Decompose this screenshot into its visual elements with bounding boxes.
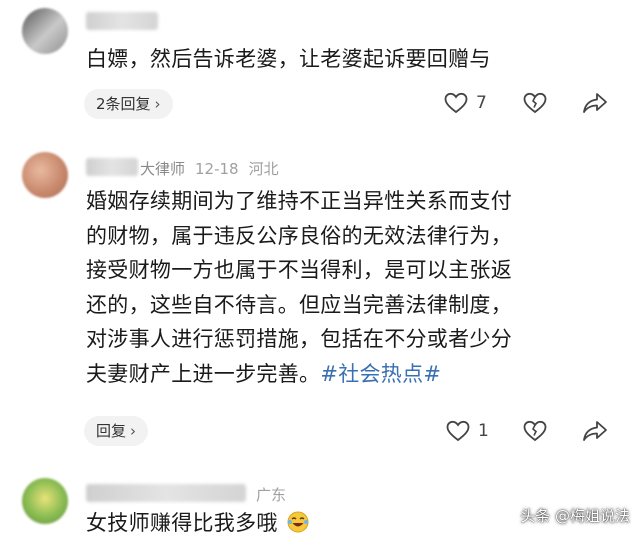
comment-location: 河北 [248, 160, 279, 178]
comment-line-text: 夫妻财产上进一步完善。 [86, 361, 321, 386]
reply-label: 回复 [96, 422, 127, 440]
avatar[interactable] [22, 152, 68, 198]
comment-line-text: 女技师赚得比我多哦 [86, 511, 278, 535]
hashtag-link[interactable]: #社会热点# [320, 362, 441, 386]
comment-line: 对涉事人进行惩罚措施，包括在不分或者少分 [86, 327, 512, 351]
laughing-crying-emoji-icon [287, 511, 309, 533]
avatar[interactable] [22, 478, 68, 524]
comment-line: 接受财物一方也属于不当得利，是可以主张返 [86, 258, 512, 282]
author-name[interactable]: 大律师 [140, 160, 185, 178]
comment-line: 夫妻财产上进一步完善。#社会热点# [86, 357, 606, 392]
view-replies-button[interactable]: 2条回复 › [84, 89, 173, 119]
share-arrow-icon [583, 421, 607, 441]
like-count: 1 [478, 421, 489, 441]
share-button[interactable] [582, 92, 608, 114]
comment-line: 还的，这些自不待言。但应当完善法律制度， [86, 292, 512, 317]
heart-outline-icon [444, 92, 468, 114]
comment-location: 广东 [256, 486, 287, 504]
comment-meta: 大律师 12-18 河北 [140, 158, 279, 179]
broken-heart-icon [523, 92, 547, 114]
comment-line: 的财物，属于违反公序良俗的无效法律行为， [86, 223, 512, 248]
reply-button[interactable]: 回复 › [84, 416, 149, 446]
replies-label: 2条回复 [96, 95, 151, 113]
comment-text: 婚姻存续期间为了维持不正当异性关系而支付 的财物，属于违反公序良俗的无效法律行为… [86, 184, 606, 391]
author-name-blurred[interactable] [86, 12, 158, 30]
watermark: 头条 @梅姐说法 [520, 507, 630, 525]
author-name-blurred[interactable] [86, 484, 246, 502]
chevron-right-icon: › [130, 422, 137, 440]
comment-1: 白嫖，然后告诉老婆，让老婆起诉要回赠与 2条回复 › 7 [0, 0, 640, 140]
chevron-right-icon: › [154, 95, 161, 113]
dislike-button[interactable] [523, 420, 547, 442]
comment-2: 大律师 12-18 河北 婚姻存续期间为了维持不正当异性关系而支付 的财物，属于违反… [0, 140, 640, 460]
comment-date: 12-18 [195, 160, 239, 178]
broken-heart-icon [523, 420, 547, 442]
comment-text: 白嫖，然后告诉老婆，让老婆起诉要回赠与 [86, 47, 491, 71]
share-arrow-icon [583, 93, 607, 113]
avatar[interactable] [22, 8, 68, 54]
dislike-button[interactable] [523, 92, 547, 114]
like-count: 7 [476, 93, 487, 113]
comment-line: 婚姻存续期间为了维持不正当异性关系而支付 [86, 189, 512, 213]
share-button[interactable] [582, 420, 608, 442]
like-button[interactable]: 7 [444, 92, 487, 114]
heart-outline-icon [446, 420, 470, 442]
like-button[interactable]: 1 [446, 420, 489, 442]
author-name-blurred[interactable] [86, 158, 138, 176]
